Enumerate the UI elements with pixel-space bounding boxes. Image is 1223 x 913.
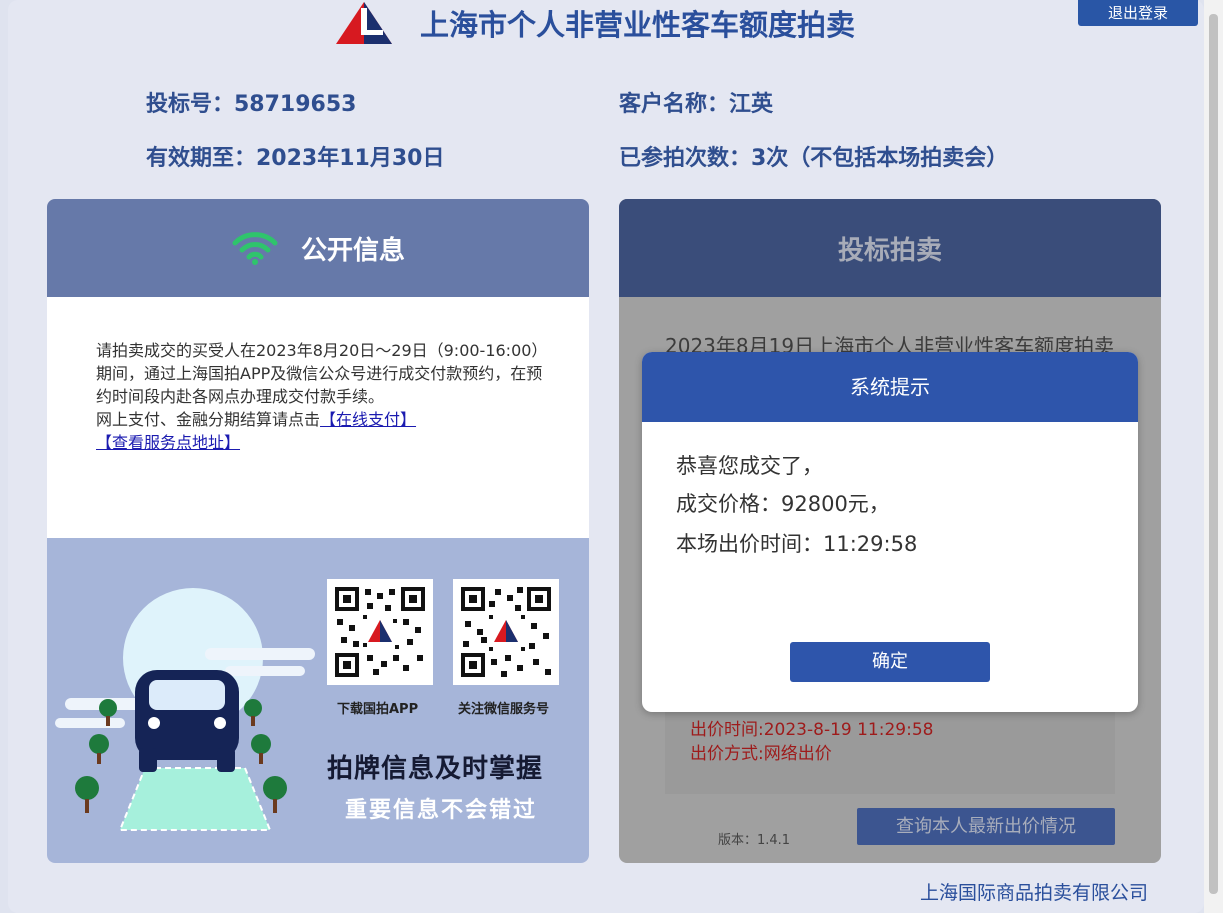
- public-info-panel: 公开信息 请拍卖成交的买受人在2023年8月20日～29日（9:00-16:00…: [47, 199, 589, 863]
- dialog-price: 成交价格：92800元，: [676, 492, 890, 516]
- bid-record: 出价时间:2023-8-19 11:29:58 出价方式:网络出价: [665, 699, 1115, 794]
- confirm-button[interactable]: 确定: [790, 642, 990, 682]
- logout-button[interactable]: 退出登录: [1078, 0, 1198, 26]
- query-latest-bid-button[interactable]: 查询本人最新出价情况: [857, 808, 1115, 845]
- bid-method: 出价方式:网络出价: [690, 744, 832, 764]
- public-info-title: 公开信息: [300, 235, 405, 266]
- valid-until: 有效期至：2023年11月30日: [146, 146, 445, 171]
- qr-app-caption: 下载国拍APP: [337, 702, 419, 717]
- qr-wechat-caption: 关注微信服务号: [458, 702, 550, 717]
- wifi-icon: [232, 232, 278, 265]
- logo-icon: [336, 2, 392, 44]
- notice-body: 请拍卖成交的买受人在2023年8月20日～29日（9:00-16:00）期间，通…: [96, 341, 543, 406]
- public-info-header: 公开信息: [47, 199, 589, 297]
- qr-code-icon: [459, 585, 553, 679]
- system-dialog: 系统提示 恭喜您成交了， 成交价格：92800元， 本场出价时间：11:29:5…: [642, 352, 1138, 712]
- payment-line: 网上支付、金融分期结算请点击【在线支付】: [96, 408, 543, 431]
- car-illustration: [55, 588, 315, 831]
- promo-area: 下载国拍APP 关注微信服务号 拍牌信息及时掌握 重要信息不会错过: [47, 538, 589, 863]
- version-label: 版本：1.4.1: [718, 833, 791, 848]
- payment-text: 网上支付、金融分期结算请点击: [96, 410, 321, 429]
- promo-subline: 重要信息不会错过: [345, 798, 538, 823]
- footer-company: 上海国际商品拍卖有限公司: [920, 882, 1149, 904]
- dialog-congrats: 恭喜您成交了，: [676, 454, 823, 478]
- scrollbar-thumb[interactable]: [1209, 14, 1218, 894]
- participation-count: 已参拍次数：3次（不包括本场拍卖会）: [619, 146, 1009, 171]
- bid-time: 出价时间:2023-8-19 11:29:58: [690, 720, 934, 740]
- service-points-link[interactable]: 【查看服务点地址】: [96, 433, 240, 452]
- online-pay-link[interactable]: 【在线支付】: [320, 410, 416, 429]
- scrollbar[interactable]: [1204, 0, 1223, 913]
- customer-name: 客户名称：江英: [619, 92, 774, 117]
- bidding-header: 投标拍卖: [619, 199, 1161, 297]
- qr-wechat: [453, 579, 559, 685]
- site-title: 上海市个人非营业性客车额度拍卖: [420, 8, 856, 42]
- dialog-time: 本场出价时间：11:29:58: [676, 532, 918, 556]
- promo-headline: 拍牌信息及时掌握: [327, 754, 544, 784]
- qr-code-icon: [333, 585, 427, 679]
- dialog-title: 系统提示: [642, 352, 1138, 422]
- notice-text: 请拍卖成交的买受人在2023年8月20日～29日（9:00-16:00）期间，通…: [47, 297, 589, 538]
- qr-app: [327, 579, 433, 685]
- header: 上海市个人非营业性客车额度拍卖: [336, 0, 855, 46]
- bid-number: 投标号：58719653: [146, 92, 357, 117]
